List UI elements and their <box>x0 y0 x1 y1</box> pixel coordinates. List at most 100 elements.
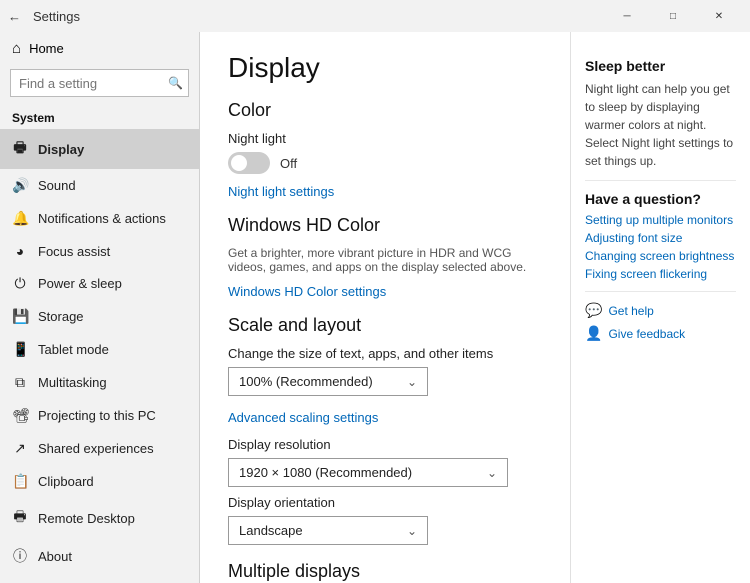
main-content: Display Color Night light Off Night ligh… <box>200 32 570 583</box>
sidebar: ⌂ Home 🔍 System 🖶 Display 🔊 Sound 🔔 Noti… <box>0 32 200 583</box>
right-panel: Sleep better Night light can help you ge… <box>570 32 750 583</box>
night-light-state: Off <box>280 156 297 171</box>
sidebar-item-clipboard-label: Clipboard <box>38 474 94 489</box>
feedback-label: Give feedback <box>608 327 685 341</box>
sidebar-item-display-label: Display <box>38 142 84 157</box>
sidebar-home[interactable]: ⌂ Home <box>0 32 199 65</box>
right-panel-divider2 <box>585 291 736 292</box>
projecting-icon: 📽 <box>12 407 28 424</box>
night-light-toggle-row: Off <box>228 152 542 174</box>
notifications-icon: 🔔 <box>12 210 28 227</box>
titlebar-title: Settings <box>33 9 80 24</box>
get-help-icon: 💬 <box>585 302 602 319</box>
sidebar-item-shared-label: Shared experiences <box>38 441 154 456</box>
search-icon: 🔍 <box>168 76 183 90</box>
close-button[interactable]: ✕ <box>696 0 742 32</box>
sidebar-item-multitasking-label: Multitasking <box>38 375 107 390</box>
night-light-label: Night light <box>228 131 542 146</box>
sidebar-item-display[interactable]: 🖶 Display <box>0 129 199 169</box>
titlebar: ← Settings ─ □ ✕ <box>0 0 750 32</box>
toggle-knob <box>231 155 247 171</box>
sidebar-item-remote[interactable]: 🖶 Remote Desktop <box>0 498 199 538</box>
page-title: Display <box>228 52 542 84</box>
scale-dropdown-wrap: 100% (Recommended) ⌄ <box>228 367 542 396</box>
hd-color-link[interactable]: Windows HD Color settings <box>228 284 386 299</box>
question-heading: Have a question? <box>585 191 736 207</box>
sidebar-item-storage-label: Storage <box>38 309 84 324</box>
titlebar-controls: ─ □ ✕ <box>604 0 742 32</box>
resolution-value: 1920 × 1080 (Recommended) <box>239 465 412 480</box>
sidebar-item-sound[interactable]: 🔊 Sound <box>0 169 199 202</box>
shared-icon: ↗ <box>12 440 28 457</box>
sleep-text: Night light can help you get to sleep by… <box>585 80 736 170</box>
rp-link-font[interactable]: Adjusting font size <box>585 231 736 245</box>
sidebar-section-label: System <box>0 101 199 129</box>
display-icon: 🖶 <box>12 137 28 161</box>
scale-section-title: Scale and layout <box>228 315 542 336</box>
sidebar-item-notifications-label: Notifications & actions <box>38 211 166 226</box>
back-icon[interactable]: ← <box>8 9 21 24</box>
titlebar-left: ← Settings <box>8 9 80 24</box>
orientation-value: Landscape <box>239 523 303 538</box>
remote-icon: 🖶 <box>12 506 28 530</box>
right-panel-divider <box>585 180 736 181</box>
app-body: ⌂ Home 🔍 System 🖶 Display 🔊 Sound 🔔 Noti… <box>0 32 750 583</box>
sidebar-item-projecting[interactable]: 📽 Projecting to this PC <box>0 399 199 432</box>
storage-icon: 💾 <box>12 308 28 325</box>
sidebar-item-shared[interactable]: ↗ Shared experiences <box>0 432 199 465</box>
resolution-label: Display resolution <box>228 437 542 452</box>
rp-link-flickering[interactable]: Fixing screen flickering <box>585 267 736 281</box>
color-section-title: Color <box>228 100 542 121</box>
sidebar-item-about[interactable]: ⓘ About <box>0 538 199 574</box>
sidebar-item-tablet[interactable]: 📱 Tablet mode <box>0 333 199 366</box>
sidebar-item-multitasking[interactable]: ⧉ Multitasking <box>0 366 199 399</box>
rp-link-monitors[interactable]: Setting up multiple monitors <box>585 213 736 227</box>
main-area: Display Color Night light Off Night ligh… <box>200 32 750 583</box>
scale-value: 100% (Recommended) <box>239 374 373 389</box>
advanced-scaling-link[interactable]: Advanced scaling settings <box>228 410 378 425</box>
search-input[interactable] <box>10 69 189 97</box>
hd-color-desc: Get a brighter, more vibrant picture in … <box>228 246 542 274</box>
get-help-row[interactable]: 💬 Get help <box>585 302 736 319</box>
sidebar-item-about-label: About <box>38 549 72 564</box>
scale-dropdown-arrow: ⌄ <box>407 375 417 389</box>
sidebar-item-focus[interactable]: ◕ Focus assist <box>0 235 199 267</box>
sidebar-item-power[interactable]: ⏻ Power & sleep <box>0 267 199 300</box>
night-light-settings-link[interactable]: Night light settings <box>228 184 334 199</box>
focus-icon: ◕ <box>12 243 28 259</box>
minimize-button[interactable]: ─ <box>604 0 650 32</box>
about-icon: ⓘ <box>12 546 28 566</box>
multitasking-icon: ⧉ <box>12 374 28 391</box>
maximize-button[interactable]: □ <box>650 0 696 32</box>
scale-dropdown[interactable]: 100% (Recommended) ⌄ <box>228 367 428 396</box>
sidebar-item-notifications[interactable]: 🔔 Notifications & actions <box>0 202 199 235</box>
hd-color-section-title: Windows HD Color <box>228 215 542 236</box>
sidebar-item-power-label: Power & sleep <box>38 276 122 291</box>
sleep-heading: Sleep better <box>585 58 736 74</box>
sidebar-search: 🔍 <box>10 69 189 97</box>
resolution-dropdown[interactable]: 1920 × 1080 (Recommended) ⌄ <box>228 458 508 487</box>
power-icon: ⏻ <box>12 275 28 292</box>
sidebar-item-focus-label: Focus assist <box>38 244 110 259</box>
home-icon: ⌂ <box>12 40 21 57</box>
sidebar-item-sound-label: Sound <box>38 178 76 193</box>
resolution-dropdown-wrap: 1920 × 1080 (Recommended) ⌄ <box>228 458 542 487</box>
resolution-dropdown-arrow: ⌄ <box>487 466 497 480</box>
orientation-dropdown-wrap: Landscape ⌄ <box>228 516 542 545</box>
sidebar-home-label: Home <box>29 41 64 56</box>
get-help-label: Get help <box>608 304 653 318</box>
sidebar-item-clipboard[interactable]: 📋 Clipboard <box>0 465 199 498</box>
tablet-icon: 📱 <box>12 341 28 358</box>
sound-icon: 🔊 <box>12 177 28 194</box>
scale-label: Change the size of text, apps, and other… <box>228 346 542 361</box>
sidebar-item-storage[interactable]: 💾 Storage <box>0 300 199 333</box>
rp-link-brightness[interactable]: Changing screen brightness <box>585 249 736 263</box>
orientation-dropdown-arrow: ⌄ <box>407 524 417 538</box>
orientation-dropdown[interactable]: Landscape ⌄ <box>228 516 428 545</box>
clipboard-icon: 📋 <box>12 473 28 490</box>
feedback-icon: 👤 <box>585 325 602 342</box>
orientation-label: Display orientation <box>228 495 542 510</box>
multiple-section-title: Multiple displays <box>228 561 542 582</box>
feedback-row[interactable]: 👤 Give feedback <box>585 325 736 342</box>
night-light-toggle[interactable] <box>228 152 270 174</box>
